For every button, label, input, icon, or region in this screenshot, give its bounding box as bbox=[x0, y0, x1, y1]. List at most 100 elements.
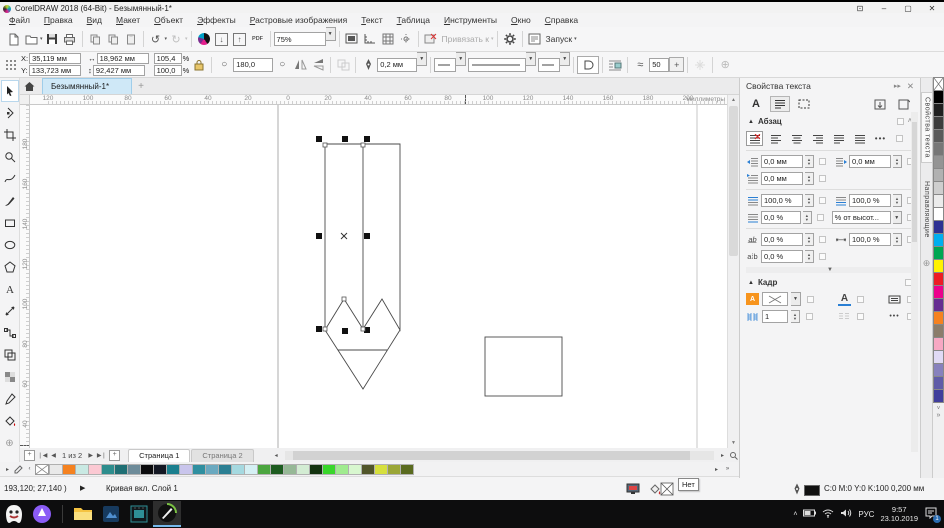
artistic-media-tool[interactable] bbox=[1, 190, 19, 212]
range-kerning-input[interactable]: 0,0 % bbox=[761, 250, 803, 263]
align-center-button[interactable] bbox=[788, 131, 805, 146]
color-swatch[interactable] bbox=[933, 90, 944, 104]
menu-item[interactable]: Растровые изображения bbox=[243, 14, 355, 26]
palette-scroll-left-icon[interactable]: ‹ bbox=[24, 464, 35, 475]
color-swatch[interactable] bbox=[88, 463, 102, 475]
space-before-stepper[interactable]: ▲ ▼ bbox=[805, 194, 814, 207]
transparency-tool[interactable] bbox=[1, 366, 19, 388]
menu-item[interactable]: Окно bbox=[504, 14, 538, 26]
color-swatch[interactable] bbox=[933, 285, 944, 299]
photos-app-icon[interactable] bbox=[97, 501, 125, 527]
frame-settings-icon[interactable] bbox=[794, 96, 814, 112]
page-tab[interactable]: Страница 1 bbox=[128, 448, 191, 462]
frame-fill-dropdown-icon[interactable]: ▼ bbox=[791, 292, 801, 306]
battery-icon[interactable] bbox=[803, 509, 817, 519]
x-position-input[interactable]: 35,119 мм bbox=[29, 53, 82, 64]
color-swatch[interactable] bbox=[361, 463, 375, 475]
undo-icon[interactable]: ↺ bbox=[147, 30, 165, 48]
freehand-tool[interactable] bbox=[1, 168, 19, 190]
palette-scroll-right-icon[interactable]: ▸ bbox=[711, 464, 722, 475]
color-swatch[interactable] bbox=[933, 324, 944, 338]
vertical-ruler[interactable]: 180 160 140 120 100 80 60 40 bbox=[20, 105, 30, 448]
import-icon[interactable]: ↓ bbox=[213, 30, 231, 48]
indent-left-checkbox[interactable] bbox=[819, 158, 826, 165]
minimize-icon[interactable]: – bbox=[872, 4, 896, 13]
color-swatch[interactable] bbox=[933, 337, 944, 351]
page-tab[interactable]: Страница 2 bbox=[191, 448, 254, 462]
ruler-origin[interactable] bbox=[20, 95, 30, 105]
paste-icon[interactable] bbox=[122, 30, 140, 48]
align-right-button[interactable] bbox=[809, 131, 826, 146]
frame-collapse-icon[interactable]: ▲ bbox=[748, 280, 754, 286]
indent-right-input[interactable]: 0,0 мм bbox=[849, 155, 891, 168]
coreldraw-taskbar-icon[interactable] bbox=[153, 501, 181, 527]
frame-mode-icon[interactable] bbox=[888, 294, 901, 305]
frame-fill-select[interactable] bbox=[762, 292, 788, 306]
hscroll-left-icon[interactable]: ◂ bbox=[271, 450, 282, 461]
interactive-fill-tool[interactable] bbox=[1, 410, 19, 432]
tray-chevron-icon[interactable]: ˄ bbox=[793, 511, 797, 518]
rectangle-tool[interactable] bbox=[1, 212, 19, 234]
char-spacing-input[interactable]: 0,0 % bbox=[761, 233, 803, 246]
smoothing-input[interactable]: 50 bbox=[649, 57, 670, 72]
print-icon[interactable] bbox=[61, 30, 79, 48]
share-icon[interactable]: ⊡ bbox=[848, 4, 872, 13]
color-swatch[interactable] bbox=[933, 376, 944, 390]
color-swatch[interactable] bbox=[933, 389, 944, 403]
object-height-input[interactable]: 92,427 мм bbox=[92, 65, 145, 76]
new-tab-icon[interactable]: + bbox=[132, 78, 150, 94]
space-before-input[interactable]: 100,0 % bbox=[761, 194, 803, 207]
palette-eyedropper-icon[interactable] bbox=[13, 464, 24, 475]
align-none-button[interactable] bbox=[746, 131, 763, 146]
proof-colors-icon[interactable] bbox=[626, 483, 640, 497]
align-more-button[interactable]: ••• bbox=[872, 131, 889, 146]
vertical-align-icon[interactable]: A bbox=[838, 293, 851, 306]
mirror-vertical-icon[interactable] bbox=[309, 56, 327, 74]
menu-item[interactable]: Макет bbox=[109, 14, 147, 26]
palette-flyout-icon[interactable]: ▸ bbox=[2, 464, 13, 475]
hscroll-right-icon[interactable]: ▸ bbox=[717, 450, 728, 461]
zoom-tool[interactable] bbox=[1, 146, 19, 168]
align-full-button[interactable] bbox=[830, 131, 847, 146]
color-swatch[interactable] bbox=[127, 463, 141, 475]
line-spacing-checkbox[interactable] bbox=[816, 214, 824, 221]
first-line-indent-input[interactable]: 0,0 мм bbox=[761, 172, 803, 185]
align-left-button[interactable] bbox=[767, 131, 784, 146]
mirror-horizontal-icon[interactable] bbox=[291, 56, 309, 74]
launch-label[interactable]: Запуск bbox=[546, 34, 573, 44]
indent-left-stepper[interactable]: ▲ ▼ bbox=[805, 155, 814, 168]
lock-ratio-icon[interactable] bbox=[190, 56, 208, 74]
spacing-mode-dropdown-icon[interactable]: ▼ bbox=[892, 211, 902, 224]
frame-more-icon[interactable]: ••• bbox=[888, 311, 901, 322]
file-explorer-icon[interactable] bbox=[69, 501, 97, 527]
docker-side-tab[interactable]: Свойства текста bbox=[921, 92, 932, 163]
color-swatch[interactable] bbox=[933, 168, 944, 182]
color-swatch[interactable] bbox=[400, 463, 414, 475]
fullscreen-preview-icon[interactable] bbox=[343, 30, 361, 48]
line-spacing-input[interactable]: 0,0 % bbox=[761, 211, 802, 224]
color-swatch[interactable] bbox=[218, 463, 232, 475]
vertical-scrollbar-thumb[interactable] bbox=[729, 106, 738, 256]
color-swatch[interactable] bbox=[933, 363, 944, 377]
previous-page-icon[interactable]: ◀ bbox=[48, 450, 59, 461]
docker-close-icon[interactable]: ✕ bbox=[907, 81, 914, 92]
rotation-angle-input[interactable]: 180,0 bbox=[233, 57, 274, 72]
color-swatch[interactable] bbox=[933, 220, 944, 234]
menu-item[interactable]: Файл bbox=[2, 14, 37, 26]
wifi-icon[interactable] bbox=[822, 509, 834, 520]
indent-left-input[interactable]: 0,0 мм bbox=[761, 155, 803, 168]
last-page-icon[interactable]: ▶❘ bbox=[96, 450, 107, 461]
arrow-end-dropdown-icon[interactable]: ▼ bbox=[560, 52, 571, 66]
space-before-checkbox[interactable] bbox=[819, 197, 826, 204]
range-kerning-checkbox[interactable] bbox=[819, 253, 826, 260]
contour-tool[interactable] bbox=[1, 344, 19, 366]
color-swatch[interactable] bbox=[933, 233, 944, 247]
no-color-swatch[interactable] bbox=[35, 463, 49, 475]
add-page-end-icon[interactable]: + bbox=[109, 449, 121, 461]
alignment-checkbox[interactable] bbox=[896, 135, 903, 142]
word-spacing-stepper[interactable]: ▲ ▼ bbox=[893, 233, 902, 246]
scroll-down-icon[interactable]: ▼ bbox=[728, 438, 739, 448]
scale-y-input[interactable]: 100,0 bbox=[153, 65, 182, 76]
color-swatch[interactable] bbox=[166, 463, 180, 475]
no-color-swatch[interactable] bbox=[933, 77, 944, 91]
